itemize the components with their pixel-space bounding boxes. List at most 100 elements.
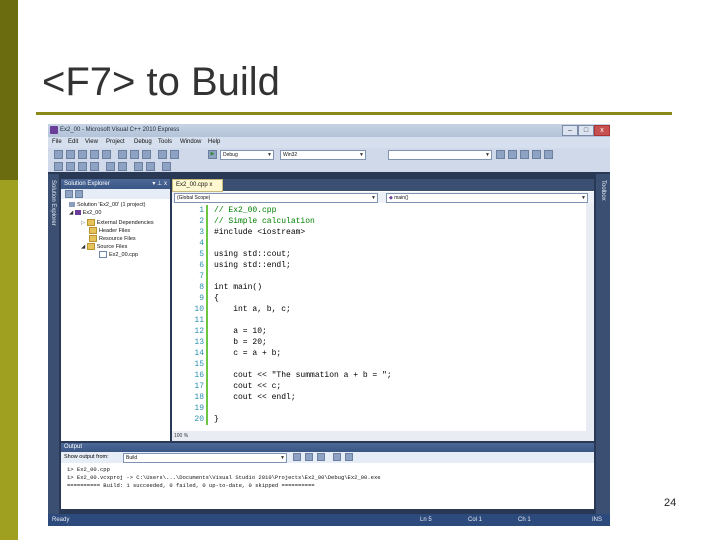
- tab-ex2-00-cpp[interactable]: Ex2_00.cpp x: [172, 179, 223, 192]
- uncomment-icon[interactable]: [146, 162, 155, 171]
- menu-file[interactable]: File: [52, 139, 62, 145]
- code-line[interactable]: 9{: [172, 293, 594, 304]
- bookmark-icon[interactable]: [162, 162, 171, 171]
- menu-debug[interactable]: Debug: [134, 139, 152, 145]
- go-to-next-icon[interactable]: [305, 453, 313, 461]
- word-complete-icon[interactable]: [90, 162, 99, 171]
- chevron-down-icon: ▼: [280, 455, 285, 461]
- code-line[interactable]: 4: [172, 238, 594, 249]
- code-text: }: [214, 415, 219, 424]
- code-line[interactable]: 6 using std::endl;: [172, 260, 594, 271]
- window-title: Ex2_00 - Microsoft Visual C++ 2010 Expre…: [60, 127, 180, 133]
- go-to-previous-icon[interactable]: [293, 453, 301, 461]
- find-in-files-icon[interactable]: [496, 150, 505, 159]
- tree-item-label: Ex2_00.cpp: [109, 251, 139, 258]
- folder-icon: [89, 235, 97, 242]
- display-object-icon[interactable]: [54, 162, 63, 171]
- cut-icon[interactable]: [118, 150, 127, 159]
- tab-label: Ex2_00.cpp: [176, 182, 208, 188]
- code-text-area[interactable]: 1 // Ex2_00.cpp 2 // Simple calculation 3 #in…: [172, 203, 594, 431]
- properties-icon[interactable]: [75, 190, 83, 198]
- code-line[interactable]: 16 cout << "The summation a + b = ";: [172, 370, 594, 381]
- change-marker: [206, 205, 208, 216]
- tree-item-external-dependencies[interactable]: ▷ External Dependencies: [81, 219, 154, 226]
- scope-select[interactable]: (Global Scope) ▼: [174, 193, 378, 203]
- code-line[interactable]: 8 int main(): [172, 282, 594, 293]
- menu-tools[interactable]: Tools: [158, 139, 172, 145]
- code-line[interactable]: 13 b = 20;: [172, 337, 594, 348]
- line-number: 10: [194, 305, 204, 314]
- outdent-icon[interactable]: [106, 162, 115, 171]
- param-info-icon[interactable]: [78, 162, 87, 171]
- tree-item-source-files[interactable]: ◢ Source Files: [81, 243, 127, 250]
- solution-explorer-side-tab[interactable]: Solution Explorer: [50, 180, 56, 226]
- code-line[interactable]: 2 // Simple calculation: [172, 216, 594, 227]
- maximize-button[interactable]: □: [578, 125, 594, 136]
- tree-item-solution[interactable]: Solution 'Ex2_00' (1 project): [69, 202, 145, 208]
- tab-close-icon[interactable]: x: [209, 182, 212, 188]
- code-line[interactable]: 15: [172, 359, 594, 370]
- tree-item-resource-files[interactable]: Resource Files: [89, 235, 136, 242]
- editor-vertical-scrollbar[interactable]: [586, 203, 594, 431]
- panel-pin-close-icon[interactable]: ▾ ⊥ x: [152, 180, 167, 187]
- window-titlebar: Ex2_00 - Microsoft Visual C++ 2010 Expre…: [48, 124, 610, 137]
- function-select[interactable]: ◆ main() ▼: [386, 193, 588, 203]
- open-file-icon[interactable]: [78, 150, 87, 159]
- code-line[interactable]: 5 using std::cout;: [172, 249, 594, 260]
- tree-item-cpp-file[interactable]: Ex2_00.cpp: [99, 251, 138, 258]
- code-text: c = a + b;: [214, 349, 282, 358]
- code-line[interactable]: 1 // Ex2_00.cpp: [172, 205, 594, 216]
- undo-icon[interactable]: [158, 150, 167, 159]
- indent-icon[interactable]: [118, 162, 127, 171]
- paste-icon[interactable]: [142, 150, 151, 159]
- code-line[interactable]: 7: [172, 271, 594, 282]
- menu-project[interactable]: Project: [106, 139, 125, 145]
- code-line[interactable]: 10 int a, b, c;: [172, 304, 594, 315]
- new-project-icon[interactable]: [54, 150, 63, 159]
- tree-item-project[interactable]: ◢ Ex2_00: [69, 210, 101, 216]
- configuration-select[interactable]: Debug ▼: [220, 150, 274, 160]
- change-marker: [206, 304, 208, 315]
- find-combo[interactable]: ▼: [388, 150, 492, 160]
- clear-all-icon[interactable]: [333, 453, 341, 461]
- vs-app-icon: [50, 126, 58, 134]
- code-line[interactable]: 18 cout << endl;: [172, 392, 594, 403]
- toolbox-icon[interactable]: [532, 150, 541, 159]
- code-line[interactable]: 3 #include <iostream>: [172, 227, 594, 238]
- code-line[interactable]: 19: [172, 403, 594, 414]
- word-wrap-icon[interactable]: [345, 453, 353, 461]
- menu-window[interactable]: Window: [180, 139, 201, 145]
- code-line[interactable]: 17 cout << c;: [172, 381, 594, 392]
- code-line[interactable]: 12 a = 10;: [172, 326, 594, 337]
- code-line[interactable]: 11: [172, 315, 594, 326]
- save-icon[interactable]: [90, 150, 99, 159]
- tree-item-label: Header Files: [99, 227, 131, 234]
- properties-icon[interactable]: [520, 150, 529, 159]
- solution-explorer-icon[interactable]: [508, 150, 517, 159]
- add-item-icon[interactable]: [66, 150, 75, 159]
- zoom-level[interactable]: 100 %: [174, 433, 188, 439]
- start-page-icon[interactable]: [544, 150, 553, 159]
- platform-select[interactable]: Win32 ▼: [280, 150, 366, 160]
- configuration-value: Debug: [223, 152, 238, 158]
- find-message-icon[interactable]: [317, 453, 325, 461]
- quick-info-icon[interactable]: [66, 162, 75, 171]
- editor-horizontal-scrollbar[interactable]: 100 %: [172, 431, 594, 441]
- comment-icon[interactable]: [134, 162, 143, 171]
- menu-view[interactable]: View: [85, 139, 98, 145]
- minimize-button[interactable]: –: [562, 125, 578, 136]
- save-all-icon[interactable]: [102, 150, 111, 159]
- menu-help[interactable]: Help: [208, 139, 220, 145]
- output-source-select[interactable]: Build ▼: [123, 453, 287, 463]
- code-line[interactable]: 20}: [172, 414, 594, 425]
- show-all-files-icon[interactable]: [65, 190, 73, 198]
- code-line[interactable]: 14 c = a + b;: [172, 348, 594, 359]
- copy-icon[interactable]: [130, 150, 139, 159]
- redo-icon[interactable]: [170, 150, 179, 159]
- toolbox-side-tab[interactable]: Toolbox: [600, 180, 606, 201]
- start-debugging-icon[interactable]: ▶: [208, 150, 217, 159]
- close-button[interactable]: x: [594, 125, 610, 136]
- tree-item-header-files[interactable]: Header Files: [89, 227, 130, 234]
- output-toolbar: Show output from: Build ▼: [61, 452, 594, 463]
- menu-edit[interactable]: Edit: [68, 139, 78, 145]
